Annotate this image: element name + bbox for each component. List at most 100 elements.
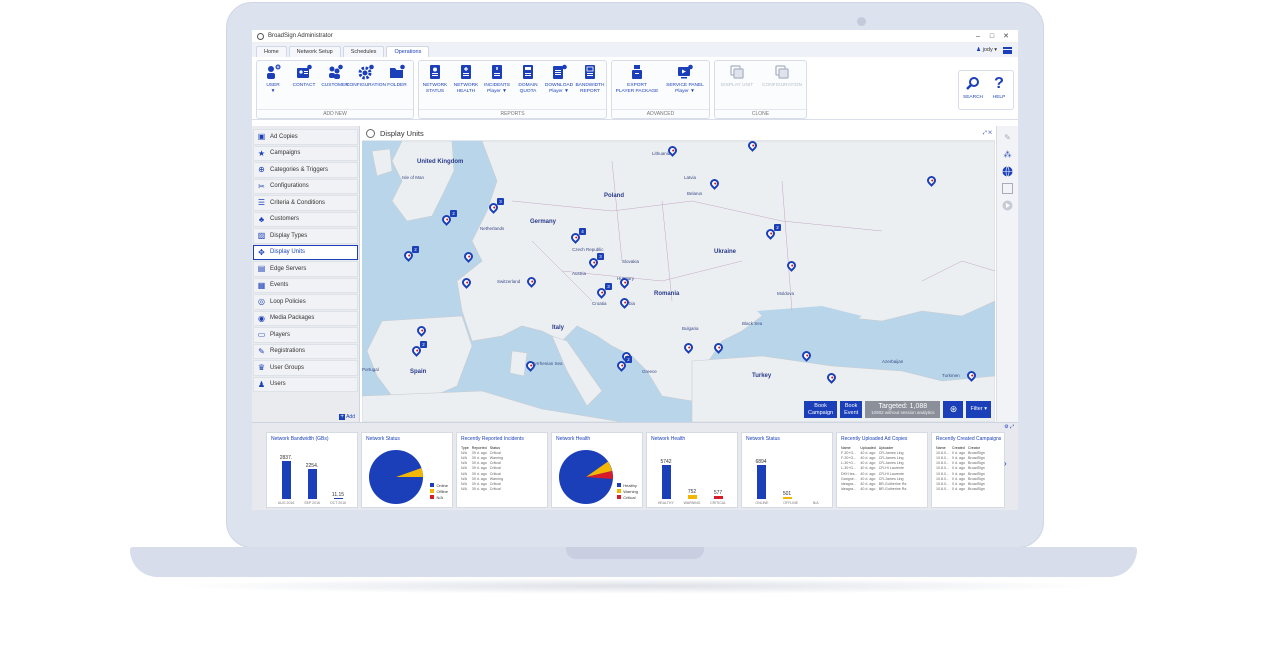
- sidebar-item-campaigns[interactable]: ★ Campaigns: [253, 145, 358, 161]
- sidebar-item-registrations[interactable]: ✎ Registrations: [253, 343, 358, 359]
- grid-icon[interactable]: [1002, 183, 1013, 194]
- table-row[interactable]: 10.8.0... 0 d. ago BroadSign: [936, 461, 988, 466]
- bandwidth-report-button[interactable]: BANDWIDTH REPORT: [575, 63, 605, 94]
- sidebar-item-categories-triggers[interactable]: ⊕ Categories & Triggers: [253, 162, 358, 178]
- add-contact-button[interactable]: CONTACT: [289, 63, 319, 89]
- tab-schedules[interactable]: Schedules: [342, 46, 385, 57]
- add-user-sub: ▼: [270, 88, 276, 94]
- map-tool-button[interactable]: ⊛: [943, 401, 964, 418]
- campaigns-widget[interactable]: Recently Created Campaigns Name Created Cr…: [931, 432, 1005, 508]
- domain-quota-report-button[interactable]: DOMAIN QUOTA: [513, 63, 543, 94]
- panel-window-controls[interactable]: ⤢ ✕: [983, 130, 995, 136]
- map-label: Isle of Man: [402, 175, 425, 180]
- play-icon[interactable]: [1002, 200, 1013, 211]
- sidebar-item-criteria-conditions[interactable]: ☰ Criteria & Conditions: [253, 195, 358, 211]
- table-row[interactable]: ideagra... 40 d. ago BR-Gutherine Ra: [841, 487, 909, 492]
- table-row[interactable]: 10.8.0... 0 d. ago BroadSign: [936, 476, 988, 481]
- add-button[interactable]: + Add: [339, 414, 355, 420]
- sidebar-item-players[interactable]: ▭ Players: [253, 327, 358, 343]
- tab-operations[interactable]: Operations: [386, 46, 430, 57]
- globe-icon[interactable]: [1002, 166, 1013, 177]
- table-row[interactable]: 10.8.0... 0 d. ago BroadSign: [936, 450, 988, 455]
- add-user-button[interactable]: USER ▼: [258, 63, 288, 94]
- download-report-button[interactable]: DOWNLOAD Player ▼: [544, 63, 574, 94]
- table-row[interactable]: 10.8.0... 0 d. ago BroadSign: [936, 471, 988, 476]
- table-cell: BR-Gutherine Ra: [878, 481, 907, 486]
- search-button[interactable]: SEARCH: [962, 75, 984, 105]
- table-row[interactable]: N/A 39 d. ago Critical: [461, 487, 506, 492]
- sidebar-item-display-types[interactable]: ▨ Display Types: [253, 228, 358, 244]
- book-event-button[interactable]: Book Event: [840, 401, 863, 418]
- sidebar-item-ad-copies[interactable]: ▣ Ad Copies: [253, 129, 358, 145]
- map-label: Portugal: [362, 367, 379, 372]
- table-row[interactable]: 10.8.0... 0 d. ago BroadSign: [936, 481, 988, 486]
- ribbon-group-advanced: EXPORT PLAYER PACKAGE SERVICE PANEL Play…: [611, 60, 710, 119]
- help-button[interactable]: ? HELP: [988, 75, 1010, 105]
- hamburger-menu-icon[interactable]: [1003, 46, 1012, 54]
- chevron-right-icon[interactable]: ›: [1004, 459, 1007, 468]
- app-logo-icon: [257, 32, 264, 40]
- ad-copies-widget[interactable]: Recently Uploaded Ad Copies Name Uploaded…: [836, 432, 928, 508]
- incidents-report-button[interactable]: INCIDENTS Player ▼: [482, 63, 512, 94]
- sidebar-item-label: Media Packages: [270, 315, 315, 322]
- clone-configuration-button[interactable]: CONFIGURATION: [759, 63, 805, 89]
- bandwidth-label-2: REPORT: [580, 88, 600, 94]
- bandwidth-widget[interactable]: Network Bandwidth (GBs) 2837. 2254. 11.15 …: [266, 432, 358, 508]
- sidebar-item-user-groups[interactable]: ♛ User Groups: [253, 360, 358, 376]
- table-row[interactable]: 10.8.0... 0 d. ago BroadSign: [936, 487, 988, 492]
- user-menu[interactable]: ♟ jody ▾: [976, 47, 997, 53]
- export-player-package-button[interactable]: EXPORT PLAYER PACKAGE: [613, 63, 661, 94]
- network-health-report-button[interactable]: NETWORK HEALTH: [451, 63, 481, 94]
- table-row[interactable]: ideagra... 40 d. ago BR-Gutherine Ra: [841, 481, 909, 486]
- add-configuration-button[interactable]: CONFIGURATION: [346, 63, 386, 89]
- hierarchy-icon[interactable]: ⁂: [1002, 149, 1013, 160]
- tab-home[interactable]: Home: [256, 46, 287, 57]
- map[interactable]: United Kingdom Isle of Man Lithuania Latvia…: [362, 141, 995, 422]
- book-campaign-button[interactable]: Book Campaign: [804, 401, 838, 418]
- sidebar-item-customers[interactable]: ♣ Customers: [253, 211, 358, 227]
- network-health-bars-widget[interactable]: Network Health 5742 752 577 HEALTHY WARNING…: [646, 432, 738, 508]
- incidents-widget[interactable]: Recently Reported Incidents Type Reported…: [456, 432, 548, 508]
- table-row[interactable]: 10.8.0... 0 d. ago BroadSign: [936, 455, 988, 460]
- table-row[interactable]: L-30+G... 40 d. ago CR-James Ling: [841, 461, 909, 466]
- table-row[interactable]: F-30+G... 40 d. ago CR-James Ling: [841, 455, 909, 460]
- sidebar-item-users[interactable]: ♟ Users: [253, 376, 358, 392]
- sidebar-item-loop-policies[interactable]: ◎ Loop Policies: [253, 294, 358, 310]
- network-status-report-button[interactable]: NETWORK STATUS: [420, 63, 450, 94]
- widget-controls[interactable]: ⚙ ⤢: [1004, 424, 1014, 430]
- close-button[interactable]: ✕: [999, 32, 1013, 40]
- ribbon-group-clone: DISPLAY UNIT CONFIGURATION CLONE: [714, 60, 807, 119]
- sidebar-item-edge-servers[interactable]: ▤ Edge Servers: [253, 261, 358, 277]
- clone-display-unit-button[interactable]: DISPLAY UNIT: [716, 63, 758, 89]
- add-customer-label: CUSTOMER: [321, 83, 349, 88]
- sidebar-item-events[interactable]: ▦ Events: [253, 277, 358, 293]
- tab-network-setup[interactable]: Network Setup: [288, 46, 341, 57]
- display-unit-icon: ✥: [258, 247, 265, 257]
- network-status-pie-widget[interactable]: Network Status Online Offline N/A: [361, 432, 453, 508]
- table-row[interactable]: DKH tes... 40 d. ago CR-HI Laurente: [841, 471, 909, 476]
- network-health-pie-widget[interactable]: Network Health Healthy Warning Critical: [551, 432, 643, 508]
- add-folder-button[interactable]: FOLDER: [382, 63, 412, 89]
- table-row[interactable]: L-30+G... 40 d. ago CR-HI Laurente: [841, 466, 909, 471]
- table-row[interactable]: 10.8.0... 0 d. ago BroadSign: [936, 466, 988, 471]
- table-row[interactable]: F-30+G... 40 d. ago CR-James Ling: [841, 450, 909, 455]
- network-status-bars-widget[interactable]: Network Status 6894 501 ONLINE OFFLINE N/A: [741, 432, 833, 508]
- pencil-icon[interactable]: ✎: [1002, 132, 1013, 143]
- legend-warning: Warning: [623, 489, 638, 494]
- filter-button[interactable]: Filter ▾: [966, 401, 991, 418]
- maximize-button[interactable]: □: [985, 33, 999, 40]
- legend-online: Online: [436, 483, 448, 488]
- table-row[interactable]: Gangne... 40 d. ago CR-James Ling: [841, 476, 909, 481]
- sidebar-item-display-units[interactable]: ✥ Display Units: [253, 244, 358, 260]
- package-icon: [628, 63, 646, 81]
- sidebar-item-configurations[interactable]: ✂ Configurations: [253, 178, 358, 194]
- sidebar-item-media-packages[interactable]: ◉ Media Packages: [253, 310, 358, 326]
- bar: [333, 497, 343, 499]
- app-window: BroadSign Administrator – □ ✕ Home Netwo…: [252, 30, 1018, 510]
- widget-title: Recently Reported Incidents: [461, 436, 524, 442]
- main-tabs: Home Network Setup Schedules Operations …: [252, 43, 1018, 57]
- service-panel-button[interactable]: SERVICE PANEL Player ▼: [662, 63, 708, 94]
- sidebar-item-label: Categories & Triggers: [270, 166, 329, 173]
- minimize-button[interactable]: –: [971, 33, 985, 40]
- bar: [756, 465, 766, 499]
